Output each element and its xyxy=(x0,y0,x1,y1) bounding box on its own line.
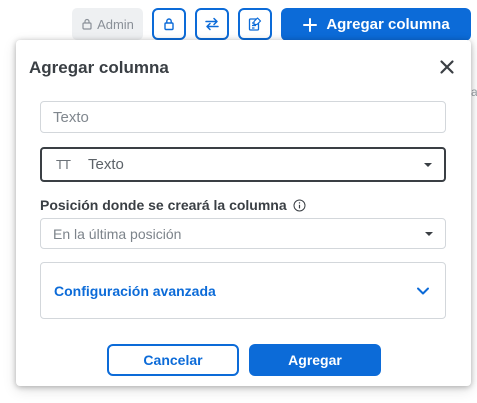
swap-button[interactable] xyxy=(195,8,229,40)
advanced-settings-label: Configuración avanzada xyxy=(54,282,216,299)
lock-icon xyxy=(164,18,174,31)
add-column-button[interactable]: Agregar columna xyxy=(281,8,471,41)
submit-button[interactable]: Agregar xyxy=(249,344,381,376)
edit-button[interactable] xyxy=(238,8,272,40)
lock-button[interactable] xyxy=(152,8,186,40)
admin-label: Admin xyxy=(97,16,134,32)
info-icon[interactable] xyxy=(293,199,306,212)
add-column-dialog: Agregar columna TT Texto Posición donde … xyxy=(16,40,471,386)
cancel-button[interactable]: Cancelar xyxy=(107,344,239,376)
plus-icon xyxy=(303,17,318,32)
submit-label: Agregar xyxy=(288,352,342,368)
position-select[interactable]: En la última posición xyxy=(40,218,446,249)
column-type-value: Texto xyxy=(88,156,124,173)
dialog-title: Agregar columna xyxy=(29,58,169,77)
position-value: En la última posición xyxy=(53,225,182,242)
edit-document-icon xyxy=(248,17,262,31)
column-type-select[interactable]: TT Texto xyxy=(40,147,446,182)
close-button[interactable] xyxy=(436,56,458,78)
chevron-down-icon xyxy=(417,287,429,295)
lock-icon xyxy=(82,18,92,30)
column-name-field[interactable] xyxy=(40,101,446,133)
add-column-label: Agregar columna xyxy=(326,16,450,33)
caret-down-icon xyxy=(424,162,432,167)
position-label-row: Posición donde se creará la columna xyxy=(40,197,306,213)
advanced-settings-toggle[interactable]: Configuración avanzada xyxy=(40,262,446,319)
close-icon xyxy=(440,60,454,74)
position-label: Posición donde se creará la columna xyxy=(40,197,287,213)
swap-arrows-icon xyxy=(205,17,219,31)
cancel-label: Cancelar xyxy=(143,352,203,368)
text-type-icon: TT xyxy=(56,157,71,172)
caret-down-icon xyxy=(425,231,433,236)
column-name-input[interactable] xyxy=(53,108,445,126)
admin-badge[interactable]: Admin xyxy=(72,8,143,40)
